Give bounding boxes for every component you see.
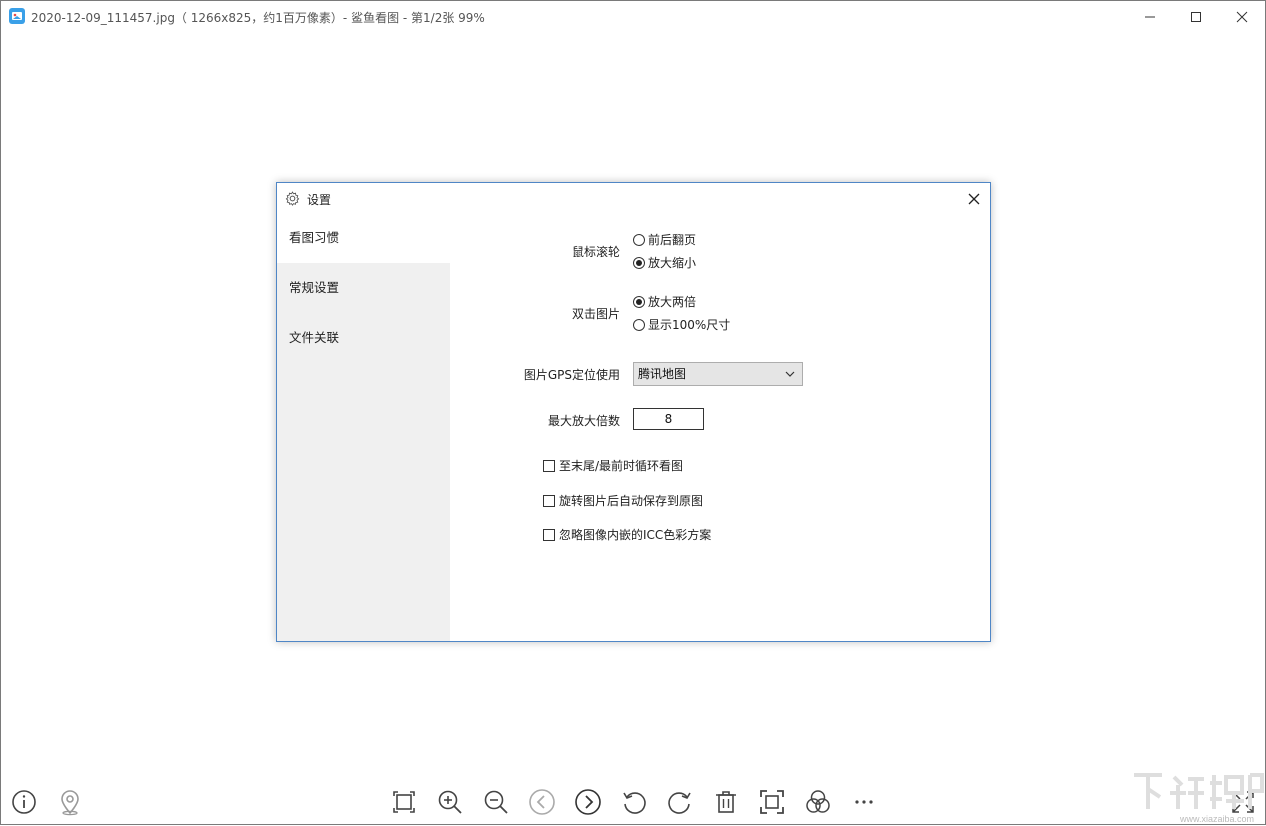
checkbox[interactable] (543, 528, 555, 541)
close-icon (968, 193, 980, 205)
checkbox-label: 忽略图像内嵌的ICC色彩方案 (559, 528, 712, 542)
gps-map-value: 腾讯地图 (638, 367, 687, 381)
rotate-right-button[interactable] (663, 785, 697, 819)
gear-icon (285, 191, 300, 206)
double-click-label: 双击图片 (571, 307, 620, 321)
checkbox-label: 旋转图片后自动保存到原图 (559, 494, 704, 508)
option-label: 显示100%尺寸 (648, 318, 731, 332)
app-logo-icon (9, 8, 25, 24)
previous-icon (529, 789, 555, 815)
zoom-in-icon (438, 790, 462, 814)
option-label: 放大两倍 (648, 295, 697, 309)
ignore-icc-checkbox[interactable]: 忽略图像内嵌的ICC色彩方案 (543, 526, 711, 543)
watermark-url: www.xiazaiba.com (1179, 814, 1254, 824)
more-button[interactable] (847, 785, 881, 819)
mouse-wheel-label: 鼠标滚轮 (571, 245, 620, 259)
watermark: www.xiazaiba.com (1126, 769, 1266, 826)
maximize-icon (1191, 11, 1201, 22)
next-icon (575, 789, 601, 815)
info-button[interactable] (7, 785, 41, 819)
close-icon (1236, 11, 1248, 22)
settings-sidebar: 看图习惯 常规设置 文件关联 (277, 213, 450, 641)
gps-map-select[interactable]: 腾讯地图 (633, 362, 803, 386)
next-image-button[interactable] (571, 785, 605, 819)
checkbox[interactable] (543, 459, 555, 472)
previous-image-button[interactable] (525, 785, 559, 819)
delete-icon (716, 791, 736, 813)
crop-button[interactable] (755, 785, 789, 819)
fit-screen-button[interactable] (387, 785, 421, 819)
checkbox[interactable] (543, 494, 555, 507)
sidebar-item-file-association[interactable]: 文件关联 (277, 313, 450, 363)
dialog-close-button[interactable] (964, 189, 984, 209)
crop-icon (760, 790, 784, 814)
option-label: 放大缩小 (648, 256, 697, 270)
sidebar-item-viewing-habits[interactable]: 看图习惯 (277, 213, 450, 263)
loop-viewing-checkbox[interactable]: 至末尾/最前时循环看图 (543, 457, 683, 474)
bottom-toolbar (1, 779, 1265, 824)
radio-button-selected[interactable] (633, 256, 645, 269)
location-button[interactable] (53, 785, 87, 819)
minimize-button[interactable] (1127, 1, 1173, 32)
minimize-icon (1145, 16, 1155, 17)
filter-icon (806, 790, 830, 813)
auto-save-rotation-checkbox[interactable]: 旋转图片后自动保存到原图 (543, 492, 703, 509)
rotate-left-button[interactable] (617, 785, 651, 819)
zoom-in-button[interactable] (433, 785, 467, 819)
close-window-button[interactable] (1219, 1, 1265, 32)
window-title: 2020-12-09_111457.jpg（ 1266x825，约1百万像素）-… (31, 11, 485, 25)
checkbox-label: 至末尾/最前时循环看图 (559, 459, 684, 473)
zoom-out-icon (484, 790, 508, 814)
title-bar[interactable]: 2020-12-09_111457.jpg（ 1266x825，约1百万像素）-… (1, 1, 1265, 32)
radio-button[interactable] (633, 318, 645, 331)
more-icon (855, 800, 873, 804)
max-zoom-input[interactable]: 8 (633, 408, 704, 430)
fit-screen-icon (393, 791, 415, 813)
mouse-wheel-option-zoom[interactable]: 放大缩小 (633, 254, 696, 271)
dialog-title: 设置 (307, 193, 332, 207)
rotate-right-icon (668, 792, 691, 814)
zoom-out-button[interactable] (479, 785, 513, 819)
settings-dialog: 设置 看图习惯 常规设置 文件关联 鼠标滚轮 前后翻页 放大缩小 双击图片 放大… (276, 182, 991, 642)
maximize-button[interactable] (1173, 1, 1219, 32)
mouse-wheel-option-page[interactable]: 前后翻页 (633, 231, 696, 248)
chevron-down-icon (785, 371, 795, 377)
max-zoom-label: 最大放大倍数 (547, 414, 620, 428)
filter-button[interactable] (801, 785, 835, 819)
radio-button-selected[interactable] (633, 295, 645, 308)
info-icon (12, 790, 36, 814)
location-pin-icon (61, 790, 79, 816)
option-label: 前后翻页 (648, 233, 697, 247)
double-click-option-actual-size[interactable]: 显示100%尺寸 (633, 316, 730, 333)
radio-button[interactable] (633, 233, 645, 246)
dialog-header[interactable]: 设置 (277, 183, 990, 213)
double-click-option-double[interactable]: 放大两倍 (633, 293, 696, 310)
delete-button[interactable] (709, 785, 743, 819)
sidebar-item-general[interactable]: 常规设置 (277, 263, 450, 313)
watermark-logo-icon (1134, 773, 1264, 809)
rotate-left-icon (623, 792, 646, 814)
gps-label: 图片GPS定位使用 (523, 368, 620, 382)
